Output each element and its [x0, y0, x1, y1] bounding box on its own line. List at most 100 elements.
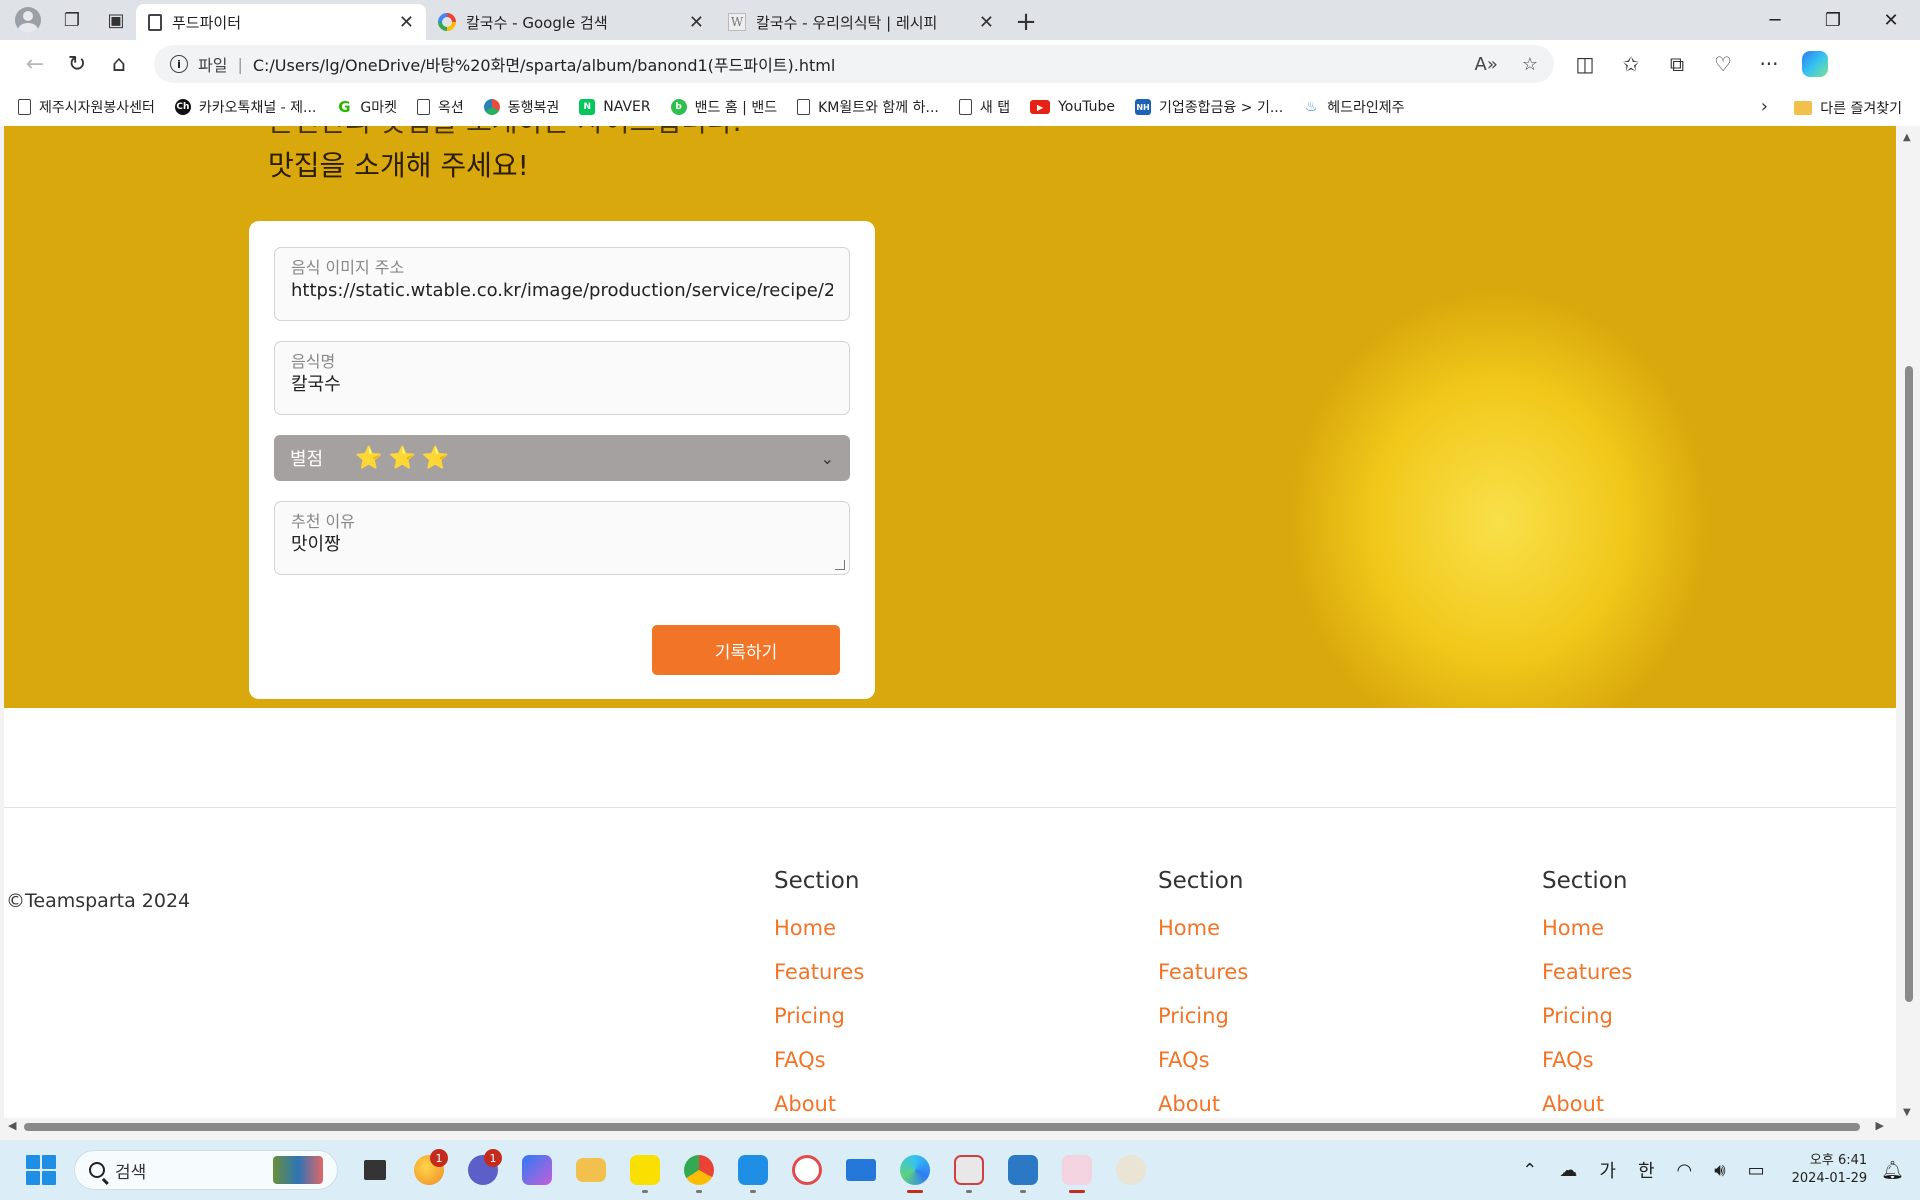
rating-select[interactable]: 별점 ⭐⭐⭐ ⌄: [274, 435, 850, 481]
footer-link-features[interactable]: Features: [774, 950, 1074, 994]
wifi-icon[interactable]: ◠: [1677, 1160, 1693, 1181]
browser-essentials-button[interactable]: ♡: [1700, 44, 1746, 84]
reason-textarea[interactable]: 맛이짱: [291, 532, 833, 558]
close-tab-icon[interactable]: ✕: [689, 12, 704, 33]
minimize-button[interactable]: ─: [1746, 0, 1804, 40]
copilot-taskbar-button[interactable]: [512, 1145, 562, 1195]
footer-link-pricing[interactable]: Pricing: [774, 994, 1074, 1038]
chevron-up-icon[interactable]: ⌃: [1522, 1160, 1537, 1181]
favorites-button[interactable]: ✩: [1608, 44, 1654, 84]
onedrive-icon[interactable]: ☁: [1559, 1160, 1577, 1181]
edge-button[interactable]: [890, 1145, 940, 1195]
mascot-app-button[interactable]: [1106, 1145, 1156, 1195]
bookmark-youtube[interactable]: ▶ YouTube: [1030, 99, 1115, 115]
back-button[interactable]: ←: [14, 44, 56, 84]
image-url-input[interactable]: https://static.wtable.co.kr/image/produc…: [291, 278, 833, 304]
submit-button[interactable]: 기록하기: [652, 625, 840, 675]
horizontal-scroll-thumb[interactable]: [24, 1123, 1860, 1131]
copilot-icon[interactable]: [1802, 51, 1828, 77]
close-tab-icon[interactable]: ✕: [979, 12, 994, 33]
battery-icon[interactable]: ▭: [1748, 1160, 1765, 1181]
folder-icon: [576, 1158, 606, 1182]
sync-app-button[interactable]: [782, 1145, 832, 1195]
tab-google-search[interactable]: 칼국수 - Google 검색 ✕: [426, 4, 716, 40]
collections-button[interactable]: ⧉: [1654, 44, 1700, 84]
horizontal-scrollbar[interactable]: ◀ ▶: [0, 1118, 1896, 1136]
footer-link-features[interactable]: Features: [1158, 950, 1458, 994]
bookmark-lottery[interactable]: 동행복권: [483, 97, 559, 117]
restore-button[interactable]: ❐: [1804, 0, 1862, 40]
tab-actions-button[interactable]: ▣: [96, 3, 136, 37]
hwp-button[interactable]: [998, 1145, 1048, 1195]
scroll-left-icon[interactable]: ◀: [8, 1119, 16, 1132]
mail-button[interactable]: [836, 1145, 886, 1195]
snipping-tool-button[interactable]: [1052, 1145, 1102, 1195]
task-view-button[interactable]: [350, 1145, 400, 1195]
file-explorer-button[interactable]: [566, 1145, 616, 1195]
tab-foodfighter[interactable]: 푸드파이터 ✕: [136, 4, 426, 40]
ime-mode-1[interactable]: 가: [1599, 1157, 1616, 1183]
widgets-button[interactable]: 1: [404, 1145, 454, 1195]
windows-start-icon[interactable]: [26, 1155, 56, 1185]
footer-link-home[interactable]: Home: [774, 906, 1074, 950]
clock-date: 2024-01-29: [1791, 1171, 1868, 1186]
vscode-button[interactable]: [728, 1145, 778, 1195]
other-favorites[interactable]: 다른 즐겨찾기: [1794, 98, 1902, 118]
split-screen-button[interactable]: ◫: [1562, 44, 1608, 84]
close-window-button[interactable]: ✕: [1862, 0, 1920, 40]
footer-link-home[interactable]: Home: [1158, 906, 1458, 950]
footer-link-faqs[interactable]: FAQs: [1542, 1038, 1842, 1082]
chrome-button[interactable]: [674, 1145, 724, 1195]
reason-field[interactable]: 추천 이유 맛이짱: [274, 501, 850, 575]
footer-link-features[interactable]: Features: [1542, 950, 1842, 994]
vertical-scroll-thumb[interactable]: [1905, 366, 1913, 1002]
screen-recorder-button[interactable]: [944, 1145, 994, 1195]
home-button[interactable]: ⌂: [98, 44, 140, 84]
footer-link-pricing[interactable]: Pricing: [1542, 994, 1842, 1038]
profile-button[interactable]: [8, 3, 48, 37]
kakaotalk-button[interactable]: [620, 1145, 670, 1195]
address-bar[interactable]: i 파일 | C:/Users/lg/OneDrive/바탕%20화면/spar…: [154, 45, 1554, 83]
footer-link-pricing[interactable]: Pricing: [1158, 994, 1458, 1038]
resize-handle-icon[interactable]: [835, 560, 845, 570]
bookmark-headline-jeju[interactable]: ♨ 헤드라인제주: [1303, 97, 1405, 117]
bookmark-nh-finance[interactable]: NH 기업종합금융 > 기...: [1135, 97, 1283, 117]
bookmark-gmarket[interactable]: G G마켓: [336, 97, 397, 117]
bookmark-km[interactable]: KM윌트와 함께 하...: [797, 97, 939, 117]
footer-link-faqs[interactable]: FAQs: [774, 1038, 1074, 1082]
volume-icon[interactable]: 🔊︎: [1714, 1160, 1725, 1181]
food-name-field[interactable]: 음식명 칼국수: [274, 341, 850, 415]
workspaces-button[interactable]: ❐: [52, 3, 92, 37]
scroll-down-icon[interactable]: ▼: [1903, 1107, 1911, 1118]
bookmark-kakao-channel[interactable]: Ch 카카오톡채널 - 제...: [174, 97, 316, 117]
settings-more-button[interactable]: ···: [1746, 44, 1792, 84]
read-aloud-icon[interactable]: A»: [1475, 54, 1498, 75]
bookmark-naver[interactable]: N NAVER: [579, 99, 651, 115]
chevron-right-icon[interactable]: ›: [1761, 96, 1768, 117]
scroll-up-icon[interactable]: ▲: [1903, 132, 1911, 143]
clock[interactable]: 오후 6:41 2024-01-29: [1792, 1152, 1868, 1188]
footer-link-home[interactable]: Home: [1542, 906, 1842, 950]
taskbar-search[interactable]: 검색: [74, 1150, 338, 1190]
bookmark-new-tab[interactable]: 새 탭: [958, 97, 1010, 117]
food-name-input[interactable]: 칼국수: [291, 372, 833, 398]
wtable-icon: W: [728, 13, 746, 31]
teams-chat-button[interactable]: 1: [458, 1145, 508, 1195]
bookmark-jeju-volunteer[interactable]: 제주시자원봉사센터: [18, 97, 155, 117]
address-url[interactable]: C:/Users/lg/OneDrive/바탕%20화면/sparta/albu…: [253, 52, 1451, 76]
vertical-scrollbar[interactable]: ▲ ▼: [1896, 126, 1920, 1124]
notification-bell-icon[interactable]: 🔔︎: [1881, 1160, 1904, 1181]
bookmark-auction[interactable]: 옥션: [417, 97, 464, 117]
info-icon[interactable]: i: [170, 55, 188, 73]
bookmark-band[interactable]: b 밴드 홈 | 밴드: [670, 97, 777, 117]
favorite-star-icon[interactable]: ☆: [1522, 54, 1538, 75]
footer-link-faqs[interactable]: FAQs: [1158, 1038, 1458, 1082]
footer-copyright: ©Teamsparta 2024: [6, 890, 191, 912]
new-tab-button[interactable]: +: [1006, 4, 1046, 40]
close-tab-icon[interactable]: ✕: [399, 12, 414, 33]
image-url-field[interactable]: 음식 이미지 주소 https://static.wtable.co.kr/im…: [274, 247, 850, 321]
reload-button[interactable]: ↻: [56, 44, 98, 84]
ime-mode-2[interactable]: 한: [1638, 1157, 1655, 1183]
tab-wtable-recipe[interactable]: W 칼국수 - 우리의식탁 | 레시피 ✕: [716, 4, 1006, 40]
scroll-right-icon[interactable]: ▶: [1876, 1119, 1884, 1132]
